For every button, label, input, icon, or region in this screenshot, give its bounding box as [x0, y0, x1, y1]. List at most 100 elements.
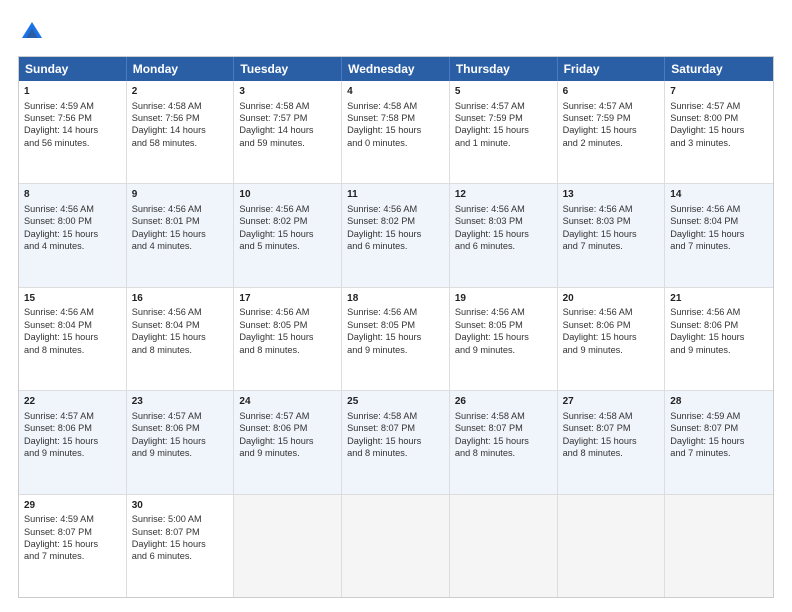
logo	[18, 18, 50, 46]
day-number: 26	[455, 395, 552, 409]
day-info-line: Sunrise: 4:59 AM	[24, 513, 121, 525]
calendar-cell: 12Sunrise: 4:56 AMSunset: 8:03 PMDayligh…	[450, 184, 558, 286]
day-info-line: Daylight: 15 hours	[563, 228, 660, 240]
day-info-line: Sunrise: 4:56 AM	[670, 306, 768, 318]
day-info-line: Sunrise: 4:56 AM	[239, 203, 336, 215]
day-info-line: and 8 minutes.	[455, 447, 552, 459]
day-info-line: and 6 minutes.	[132, 550, 229, 562]
calendar-cell: 10Sunrise: 4:56 AMSunset: 8:02 PMDayligh…	[234, 184, 342, 286]
header	[18, 18, 774, 46]
day-info-line: Daylight: 15 hours	[24, 435, 121, 447]
day-info-line: Sunset: 7:59 PM	[455, 112, 552, 124]
day-info-line: Sunrise: 4:58 AM	[347, 410, 444, 422]
day-info-line: Sunset: 8:03 PM	[455, 215, 552, 227]
day-info-line: Sunset: 7:56 PM	[24, 112, 121, 124]
day-info-line: Daylight: 15 hours	[24, 538, 121, 550]
day-info-line: and 9 minutes.	[455, 344, 552, 356]
header-day: Thursday	[450, 57, 558, 81]
day-number: 5	[455, 85, 552, 99]
day-info-line: Sunset: 8:03 PM	[563, 215, 660, 227]
day-info-line: and 6 minutes.	[455, 240, 552, 252]
calendar: SundayMondayTuesdayWednesdayThursdayFrid…	[18, 56, 774, 598]
day-info-line: Sunrise: 4:56 AM	[24, 306, 121, 318]
day-number: 20	[563, 292, 660, 306]
day-number: 1	[24, 85, 121, 99]
day-info-line: and 9 minutes.	[347, 344, 444, 356]
calendar-cell: 9Sunrise: 4:56 AMSunset: 8:01 PMDaylight…	[127, 184, 235, 286]
calendar-cell: 25Sunrise: 4:58 AMSunset: 8:07 PMDayligh…	[342, 391, 450, 493]
day-number: 8	[24, 188, 121, 202]
header-day: Monday	[127, 57, 235, 81]
calendar-cell: 13Sunrise: 4:56 AMSunset: 8:03 PMDayligh…	[558, 184, 666, 286]
header-day: Wednesday	[342, 57, 450, 81]
calendar-cell: 22Sunrise: 4:57 AMSunset: 8:06 PMDayligh…	[19, 391, 127, 493]
day-info-line: and 56 minutes.	[24, 137, 121, 149]
day-info-line: and 2 minutes.	[563, 137, 660, 149]
day-info-line: Sunset: 8:00 PM	[670, 112, 768, 124]
day-info-line: Sunset: 8:05 PM	[239, 319, 336, 331]
calendar-row: 22Sunrise: 4:57 AMSunset: 8:06 PMDayligh…	[19, 390, 773, 493]
day-info-line: Sunset: 8:05 PM	[347, 319, 444, 331]
day-number: 6	[563, 85, 660, 99]
day-info-line: and 7 minutes.	[670, 240, 768, 252]
day-number: 21	[670, 292, 768, 306]
calendar-cell: 20Sunrise: 4:56 AMSunset: 8:06 PMDayligh…	[558, 288, 666, 390]
day-info-line: and 5 minutes.	[239, 240, 336, 252]
page: SundayMondayTuesdayWednesdayThursdayFrid…	[0, 0, 792, 612]
day-info-line: Daylight: 15 hours	[563, 435, 660, 447]
day-info-line: Daylight: 15 hours	[132, 228, 229, 240]
day-info-line: Sunrise: 4:56 AM	[347, 306, 444, 318]
day-info-line: Daylight: 14 hours	[24, 124, 121, 136]
day-info-line: Daylight: 15 hours	[455, 331, 552, 343]
day-info-line: and 9 minutes.	[239, 447, 336, 459]
calendar-cell: 15Sunrise: 4:56 AMSunset: 8:04 PMDayligh…	[19, 288, 127, 390]
day-info-line: and 6 minutes.	[347, 240, 444, 252]
calendar-cell: 16Sunrise: 4:56 AMSunset: 8:04 PMDayligh…	[127, 288, 235, 390]
calendar-header: SundayMondayTuesdayWednesdayThursdayFrid…	[19, 57, 773, 81]
calendar-cell: 6Sunrise: 4:57 AMSunset: 7:59 PMDaylight…	[558, 81, 666, 183]
calendar-cell	[450, 495, 558, 597]
calendar-row: 29Sunrise: 4:59 AMSunset: 8:07 PMDayligh…	[19, 494, 773, 597]
day-number: 25	[347, 395, 444, 409]
day-number: 16	[132, 292, 229, 306]
day-info-line: Daylight: 15 hours	[563, 124, 660, 136]
day-info-line: Daylight: 15 hours	[24, 331, 121, 343]
day-info-line: Sunset: 7:56 PM	[132, 112, 229, 124]
calendar-cell	[234, 495, 342, 597]
calendar-cell: 30Sunrise: 5:00 AMSunset: 8:07 PMDayligh…	[127, 495, 235, 597]
day-info-line: Sunrise: 5:00 AM	[132, 513, 229, 525]
calendar-cell: 4Sunrise: 4:58 AMSunset: 7:58 PMDaylight…	[342, 81, 450, 183]
day-info-line: and 4 minutes.	[132, 240, 229, 252]
calendar-cell: 26Sunrise: 4:58 AMSunset: 8:07 PMDayligh…	[450, 391, 558, 493]
day-info-line: Sunset: 8:07 PM	[670, 422, 768, 434]
day-info-line: and 1 minute.	[455, 137, 552, 149]
day-number: 19	[455, 292, 552, 306]
day-number: 22	[24, 395, 121, 409]
calendar-cell: 27Sunrise: 4:58 AMSunset: 8:07 PMDayligh…	[558, 391, 666, 493]
day-info-line: Sunrise: 4:58 AM	[563, 410, 660, 422]
day-info-line: and 8 minutes.	[563, 447, 660, 459]
day-info-line: Sunset: 8:06 PM	[239, 422, 336, 434]
day-info-line: Sunset: 8:06 PM	[670, 319, 768, 331]
day-info-line: Daylight: 15 hours	[347, 331, 444, 343]
day-info-line: Sunrise: 4:56 AM	[455, 203, 552, 215]
calendar-cell: 28Sunrise: 4:59 AMSunset: 8:07 PMDayligh…	[665, 391, 773, 493]
day-info-line: Sunset: 8:04 PM	[24, 319, 121, 331]
day-info-line: Daylight: 15 hours	[455, 228, 552, 240]
day-info-line: Sunset: 8:07 PM	[24, 526, 121, 538]
calendar-row: 15Sunrise: 4:56 AMSunset: 8:04 PMDayligh…	[19, 287, 773, 390]
calendar-cell: 29Sunrise: 4:59 AMSunset: 8:07 PMDayligh…	[19, 495, 127, 597]
day-info-line: Daylight: 15 hours	[455, 124, 552, 136]
day-number: 9	[132, 188, 229, 202]
day-info-line: Sunset: 7:59 PM	[563, 112, 660, 124]
day-number: 7	[670, 85, 768, 99]
calendar-cell	[342, 495, 450, 597]
day-number: 30	[132, 499, 229, 513]
day-info-line: Sunrise: 4:58 AM	[455, 410, 552, 422]
calendar-cell: 17Sunrise: 4:56 AMSunset: 8:05 PMDayligh…	[234, 288, 342, 390]
day-info-line: Sunrise: 4:56 AM	[132, 306, 229, 318]
day-info-line: Daylight: 15 hours	[347, 435, 444, 447]
calendar-body: 1Sunrise: 4:59 AMSunset: 7:56 PMDaylight…	[19, 81, 773, 597]
day-info-line: Sunset: 8:02 PM	[239, 215, 336, 227]
day-number: 24	[239, 395, 336, 409]
